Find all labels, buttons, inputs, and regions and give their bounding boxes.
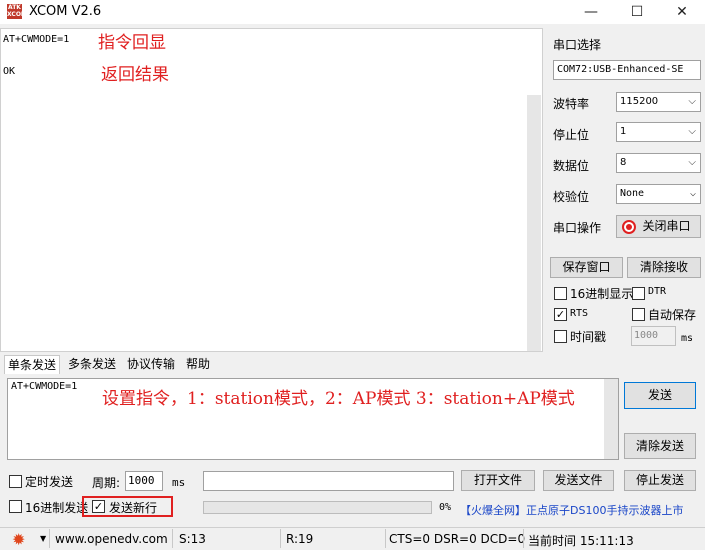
timestamp-checkbox[interactable] (554, 330, 567, 343)
chevron-down-icon: ⌵ (688, 157, 696, 168)
parity-select[interactable]: None ⌵ (616, 184, 701, 204)
stopbit-select[interactable]: 1 ⌵ (616, 122, 701, 142)
autosave-checkbox[interactable] (632, 308, 645, 321)
signal-status: CTS=0 DSR=0 DCD=0 (389, 532, 526, 546)
period-label: 周期: (92, 476, 121, 490)
baud-label: 波特率 (553, 97, 590, 111)
send-count: S:13 (179, 532, 206, 546)
annotation-echo: 指令回显 (98, 33, 166, 53)
hex-send-label: 16进制发送 (25, 501, 89, 515)
current-time: 当前时间 15:11:13 (528, 534, 634, 548)
close-port-label: 关闭串口 (642, 219, 691, 233)
databit-value: 8 (620, 157, 627, 168)
app-logo-icon: ATK XCOM (7, 4, 27, 19)
receive-line: OK (3, 66, 16, 77)
timed-send-label: 定时发送 (25, 475, 74, 489)
close-port-button[interactable]: 关闭串口 (616, 215, 701, 238)
open-file-button[interactable]: 打开文件 (461, 470, 535, 491)
port-operation-label: 串口操作 (553, 221, 602, 235)
timestamp-unit: ms (681, 333, 694, 344)
timestamp-label: 时间戳 (570, 330, 607, 344)
tab-help[interactable]: 帮助 (183, 355, 213, 374)
maximize-button[interactable]: ☐ (614, 0, 660, 24)
close-button[interactable]: ✕ (659, 0, 705, 24)
baud-select[interactable]: 115200 ⌵ (616, 92, 701, 112)
promo-link[interactable]: 【火爆全网】正点原子DS100手持示波器上市 (460, 502, 683, 518)
annotation-send: 设置指令，1：station模式，2：AP模式 3：station+AP模式 (102, 389, 575, 409)
receive-scrollbar[interactable] (527, 95, 541, 351)
minimize-button[interactable]: — (568, 0, 614, 24)
save-window-button[interactable]: 保存窗口 (550, 257, 623, 278)
receive-textarea[interactable] (0, 28, 543, 352)
period-input[interactable]: 1000 (125, 471, 163, 491)
parity-label: 校验位 (553, 190, 590, 204)
timestamp-input[interactable]: 1000 (631, 326, 676, 346)
highlight-box (82, 496, 173, 517)
hex-display-checkbox[interactable] (554, 287, 567, 300)
rts-label: RTS (570, 308, 589, 319)
send-button[interactable]: 发送 (624, 382, 696, 409)
dtr-label: DTR (648, 286, 667, 297)
tab-multi-send[interactable]: 多条发送 (65, 355, 119, 374)
send-progress-text: 0% (439, 502, 452, 513)
clear-send-button[interactable]: 清除发送 (624, 433, 696, 459)
chevron-down-icon: ⌵ (689, 188, 696, 199)
timed-send-checkbox[interactable] (9, 475, 22, 488)
dtr-checkbox[interactable] (632, 287, 645, 300)
send-file-button[interactable]: 发送文件 (543, 470, 614, 491)
baud-value: 115200 (620, 96, 659, 107)
rts-checkbox[interactable]: ✓ (554, 308, 567, 321)
clear-receive-button[interactable]: 清除接收 (627, 257, 701, 278)
databit-select[interactable]: 8 ⌵ (616, 153, 701, 173)
hex-send-checkbox[interactable] (9, 500, 22, 513)
website-link[interactable]: www.openedv.com (55, 532, 168, 546)
tab-protocol[interactable]: 协议传输 (124, 355, 178, 374)
receive-line: AT+CWMODE=1 (3, 34, 70, 45)
chevron-down-icon[interactable]: ▼ (40, 534, 46, 543)
port-value: COM72:USB-Enhanced-SE (557, 64, 684, 75)
annotation-result: 返回结果 (101, 65, 169, 85)
period-unit: ms (172, 476, 186, 489)
send-text: AT+CWMODE=1 (11, 381, 78, 392)
stop-send-button[interactable]: 停止发送 (624, 470, 696, 491)
stopbit-label: 停止位 (553, 128, 590, 142)
gear-icon[interactable]: ✹ (12, 530, 25, 549)
tab-single-send[interactable]: 单条发送 (4, 355, 61, 374)
chevron-down-icon: ⌵ (688, 126, 696, 137)
parity-value: None (620, 188, 645, 199)
send-progress-bar (203, 501, 432, 514)
receive-count: R:19 (286, 532, 314, 546)
port-select[interactable]: COM72:USB-Enhanced-SE (553, 60, 701, 80)
send-scrollbar[interactable] (604, 379, 618, 459)
autosave-label: 自动保存 (648, 308, 697, 322)
port-select-label: 串口选择 (553, 38, 602, 52)
databit-label: 数据位 (553, 159, 590, 173)
hex-display-label: 16进制显示 (570, 287, 634, 301)
file-path-input[interactable] (203, 471, 454, 491)
record-icon (622, 220, 636, 234)
chevron-down-icon: ⌵ (688, 96, 696, 107)
stopbit-value: 1 (620, 126, 627, 137)
window-title: XCOM V2.6 (29, 4, 102, 19)
